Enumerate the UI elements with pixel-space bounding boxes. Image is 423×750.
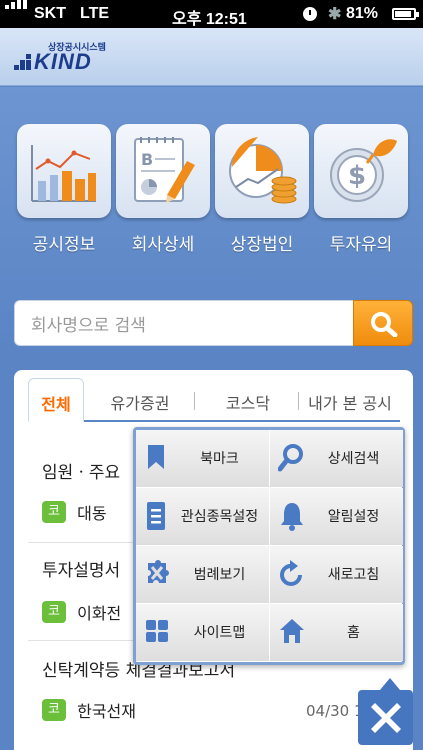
search-icon bbox=[371, 312, 398, 337]
puzzle-icon bbox=[148, 560, 169, 583]
menu-tile[interactable] bbox=[215, 124, 309, 218]
network-label: LTE bbox=[80, 5, 110, 22]
company-name[interactable]: 이화전 bbox=[77, 600, 121, 624]
quick-menu-home[interactable]: 홈 bbox=[270, 604, 403, 661]
svg-text:B: B bbox=[141, 150, 153, 169]
home-icon bbox=[280, 619, 304, 643]
quick-menu-label: 상세검색 bbox=[327, 451, 380, 467]
tab-all[interactable]: 전체 bbox=[28, 378, 84, 422]
bell-icon bbox=[281, 503, 303, 531]
menu-tile[interactable] bbox=[17, 124, 111, 218]
quick-menu-label: 관심종목설정 bbox=[180, 509, 259, 525]
quick-menu-legend[interactable]: 범례보기 bbox=[136, 546, 269, 603]
bookmark-icon bbox=[148, 445, 164, 469]
quick-menu-label: 사이트맵 bbox=[193, 625, 246, 641]
quick-menu-label: 알림설정 bbox=[327, 509, 380, 525]
alarm-icon bbox=[303, 7, 317, 21]
quick-menu-label: 범례보기 bbox=[193, 567, 246, 583]
tab-divider bbox=[298, 392, 299, 410]
menu-disclosure-info[interactable]: 공시정보 bbox=[17, 124, 111, 264]
list-item-title[interactable]: 투자설명서 bbox=[42, 556, 120, 581]
list-item-meta: 코 한국선재 bbox=[42, 698, 136, 724]
main-menu: 공시정보 B 회사상세 상장법인 $ 투자유의 bbox=[0, 124, 423, 264]
menu-label: 공시정보 bbox=[32, 235, 96, 255]
battery-icon bbox=[392, 8, 419, 20]
market-badge: 코 bbox=[42, 601, 66, 623]
quick-menu-refresh[interactable]: 새로고침 bbox=[270, 546, 403, 603]
quick-menu-watchlist[interactable]: 관심종목설정 bbox=[136, 488, 269, 545]
app-header: 상장공시시스템 KIND bbox=[0, 28, 423, 86]
status-bar: SKT LTE 오후 12:51 ✱ 81% bbox=[0, 0, 423, 28]
market-badge: 코 bbox=[42, 699, 66, 721]
search-input[interactable]: 회사명으로 검색 bbox=[14, 300, 354, 346]
menu-label: 투자유의 bbox=[329, 235, 393, 255]
menu-company-detail[interactable]: B 회사상세 bbox=[116, 124, 210, 264]
quick-menu-label: 홈 bbox=[347, 625, 360, 641]
sitemap-icon bbox=[146, 620, 168, 642]
company-name[interactable]: 대동 bbox=[77, 500, 106, 524]
quick-menu-advanced-search[interactable]: 상세검색 bbox=[270, 430, 403, 487]
company-name[interactable]: 한국선재 bbox=[77, 698, 136, 722]
quick-menu-alert-settings[interactable]: 알림설정 bbox=[270, 488, 403, 545]
quick-menu-popup: 북마크 상세검색 관심종목설정 알림설정 범례보기 새로고침 사이트맵 홈 bbox=[133, 427, 405, 665]
svg-text:$: $ bbox=[348, 161, 366, 191]
carrier-label: SKT bbox=[34, 5, 66, 22]
tab-viewed[interactable]: 내가 본 공시 bbox=[300, 378, 400, 422]
tab-kospi[interactable]: 유가증권 bbox=[90, 378, 190, 422]
document-icon: B bbox=[134, 137, 195, 203]
search-icon bbox=[278, 444, 303, 472]
menu-tile[interactable]: B bbox=[116, 124, 210, 218]
clock-time: 오후 12:51 bbox=[172, 11, 247, 28]
pie-chart-icon bbox=[229, 137, 297, 204]
search-button[interactable] bbox=[353, 300, 413, 346]
quick-menu-label: 북마크 bbox=[200, 451, 239, 467]
close-quick-menu-button[interactable] bbox=[358, 678, 413, 745]
kind-logo[interactable]: 상장공시시스템 KIND bbox=[14, 40, 124, 76]
close-icon bbox=[371, 703, 401, 733]
logo-mark-icon bbox=[14, 54, 32, 70]
battery-percent: 81% bbox=[346, 5, 379, 22]
quick-menu-sitemap[interactable]: 사이트맵 bbox=[136, 604, 269, 661]
logo-title: KIND bbox=[34, 49, 92, 74]
market-badge: 코 bbox=[42, 501, 66, 523]
bluetooth-icon: ✱ bbox=[328, 6, 342, 23]
menu-tile[interactable]: $ bbox=[314, 124, 408, 218]
list-item-meta: 코 대동 bbox=[42, 500, 107, 526]
list-item-meta: 코 이화전 bbox=[42, 600, 121, 626]
quick-menu-label: 새로고침 bbox=[327, 567, 380, 583]
tab-bar: 전체 유가증권 코스닥 내가 본 공시 bbox=[28, 378, 400, 422]
menu-label: 상장법인 bbox=[230, 235, 294, 255]
menu-investment-caution[interactable]: $ 투자유의 bbox=[314, 124, 408, 264]
list-item-title[interactable]: 임원ㆍ주요 bbox=[42, 458, 120, 483]
refresh-icon bbox=[280, 560, 302, 586]
coin-icon: $ bbox=[330, 139, 397, 202]
list-icon bbox=[147, 502, 165, 530]
quick-menu-bookmark[interactable]: 북마크 bbox=[136, 430, 269, 487]
tab-divider bbox=[194, 392, 195, 410]
menu-label: 회사상세 bbox=[131, 235, 195, 255]
menu-listed-company[interactable]: 상장법인 bbox=[215, 124, 309, 264]
tab-kosdaq[interactable]: 코스닥 bbox=[200, 378, 296, 422]
chart-icon bbox=[31, 145, 96, 202]
